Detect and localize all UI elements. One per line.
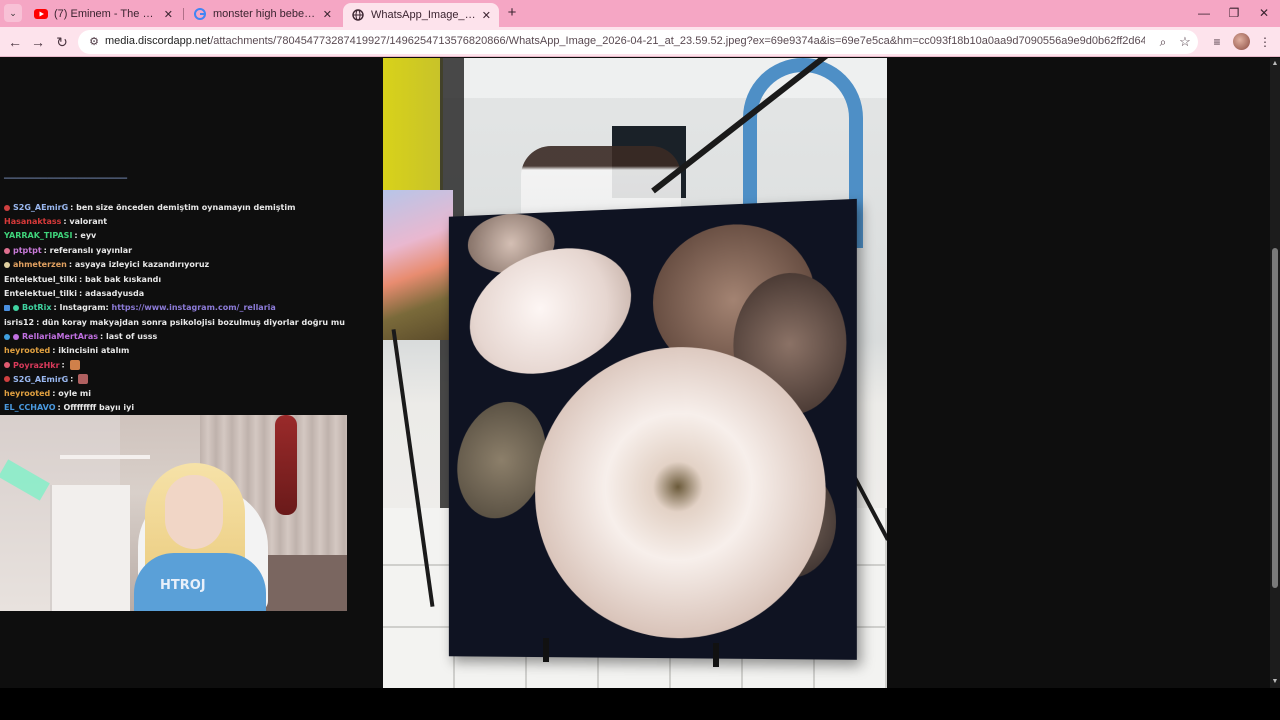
flower-painting	[445, 198, 857, 660]
site-info-icon[interactable]: ⚙	[86, 34, 102, 50]
chat-message: BotRix: Instagram: https://www.instagram…	[4, 303, 276, 312]
menu-kebab-icon[interactable]: ⋮	[1255, 32, 1275, 52]
badge-icon	[4, 247, 10, 254]
scroll-down-icon[interactable]: ▼	[1270, 676, 1280, 688]
reload-icon: ↻	[56, 34, 68, 50]
google-icon	[193, 7, 207, 21]
mall-yellow-panel	[383, 58, 443, 198]
chat-message: ptptpt: referanslı yayınlar	[4, 246, 132, 255]
close-icon[interactable]: ✕	[482, 9, 491, 22]
media-controls-icon[interactable]: ≡	[1207, 32, 1227, 52]
browser-toolbar: ← → ↻ ⚙ media.discordapp.net/attachments…	[0, 27, 1280, 57]
bookmark-star-icon[interactable]: ☆	[1177, 34, 1193, 50]
chevron-down-icon: ⌄	[9, 7, 17, 18]
url-path: /attachments/780454773287419927/14962547…	[210, 35, 1145, 47]
emote-icon	[69, 360, 80, 370]
close-icon[interactable]: ✕	[323, 8, 332, 21]
chat-message: RellariaMertAras: last of usss	[4, 332, 157, 341]
plus-icon: +	[507, 4, 517, 21]
webcam-shirt-text: HTROJ	[160, 578, 206, 593]
badge-icon	[4, 362, 10, 368]
bottom-bar	[0, 688, 1280, 720]
tab-title: (7) Eminem - The Real Slim Shady	[54, 8, 158, 20]
tab-search-button[interactable]: ⌄	[4, 4, 22, 22]
url-host: media.discordapp.net	[105, 35, 211, 47]
tab-whatsapp-image[interactable]: WhatsApp_Image_2026-04-21_at_23.59.52.jp…	[343, 3, 499, 27]
restore-button[interactable]: ❐	[1219, 3, 1249, 23]
chat-link[interactable]: https://www.instagram.com/_rellaria	[112, 303, 276, 312]
tab-title: WhatsApp_Image_2026-04-21_at_23.59.52.jp…	[371, 9, 476, 21]
chat-message: S2G_AEmirG: ben size önceden demiştim oy…	[4, 203, 295, 212]
viewed-image[interactable]	[383, 58, 887, 688]
arrow-right-icon: →	[31, 34, 45, 50]
chat-message: heyrooted: oyle mi	[4, 389, 91, 398]
chat-message: Entelektuel_tilki: adasadyusda	[4, 289, 145, 298]
chat-message: PoyrazHkr:	[4, 360, 80, 370]
minimize-icon: —	[1198, 6, 1210, 20]
webcam-plush	[275, 415, 297, 515]
bot-badge-icon	[4, 304, 10, 311]
chat-message: isris12: dün koray makyajdan sonra psiko…	[4, 318, 345, 327]
badge-icon	[4, 333, 10, 340]
webcam-overlay: HTROJ	[0, 415, 347, 611]
chat-message-partial: ▔▔▔▔▔▔▔▔▔▔▔▔▔▔▔▔▔▔▔▔	[4, 178, 128, 187]
window-close-button[interactable]: ✕	[1249, 3, 1279, 23]
emote-icon	[78, 374, 89, 384]
close-icon: ✕	[1258, 6, 1270, 20]
webcam-shelf	[60, 455, 150, 459]
youtube-icon	[34, 7, 48, 21]
new-tab-button[interactable]: +	[504, 4, 520, 22]
minimize-button[interactable]: —	[1189, 3, 1219, 23]
scroll-up-icon[interactable]: ▲	[1270, 58, 1280, 70]
url-text[interactable]: media.discordapp.net/attachments/7804547…	[105, 35, 1145, 47]
arrow-left-icon: ←	[8, 34, 22, 50]
chat-message: EL_CCHAVO: Offffffff bayıı iyi	[4, 403, 135, 412]
page-scrollbar[interactable]: ▲ ▼	[1270, 58, 1280, 688]
badge-icon	[4, 261, 10, 268]
badge-icon	[4, 376, 10, 382]
scrollbar-thumb[interactable]	[1272, 248, 1278, 588]
profile-avatar[interactable]	[1233, 33, 1250, 50]
webcam-streamer-face	[165, 475, 223, 549]
chat-message: ahmeterzen: asyaya izleyici kazandırıyor…	[4, 260, 209, 269]
forward-button[interactable]: →	[28, 32, 48, 52]
badge-icon	[4, 204, 10, 211]
badge-icon	[13, 333, 19, 340]
address-bar[interactable]: ⚙ media.discordapp.net/attachments/78045…	[78, 30, 1198, 54]
tab-separator	[183, 8, 184, 20]
back-button[interactable]: ←	[5, 32, 25, 52]
zoom-icon[interactable]: ⌕	[1155, 34, 1171, 50]
chat-message: YARRAK_TIPASI: eyv	[4, 231, 97, 240]
tab-youtube[interactable]: (7) Eminem - The Real Slim Shady ✕	[26, 3, 181, 25]
chat-message: S2G_AEmirG:	[4, 374, 89, 384]
tab-strip: ⌄ (7) Eminem - The Real Slim Shady ✕ mon…	[0, 0, 1280, 27]
globe-icon	[351, 8, 365, 22]
painting-main-rose	[535, 343, 826, 640]
tab-title: monster high bebekleri - Google	[213, 8, 317, 20]
chat-message: heyrooted: ikincisini atalım	[4, 346, 130, 355]
close-icon[interactable]: ✕	[164, 8, 173, 21]
restore-icon: ❐	[1228, 6, 1240, 20]
easel-foot	[543, 638, 549, 662]
tab-google[interactable]: monster high bebekleri - Google ✕	[185, 3, 340, 25]
webcam-cabinet	[50, 485, 130, 611]
chat-message: Hasanaktass: valorant	[4, 217, 108, 226]
small-painting	[383, 190, 453, 340]
chat-message: Entelektuel_tilki: bak bak kıskandı	[4, 275, 162, 284]
reload-button[interactable]: ↻	[52, 32, 72, 52]
easel-foot	[713, 643, 719, 667]
badge-icon	[13, 304, 19, 311]
page-content: ▔▔▔▔▔▔▔▔▔▔▔▔▔▔▔▔▔▔▔▔ S2G_AEmirG: ben siz…	[0, 58, 1270, 688]
